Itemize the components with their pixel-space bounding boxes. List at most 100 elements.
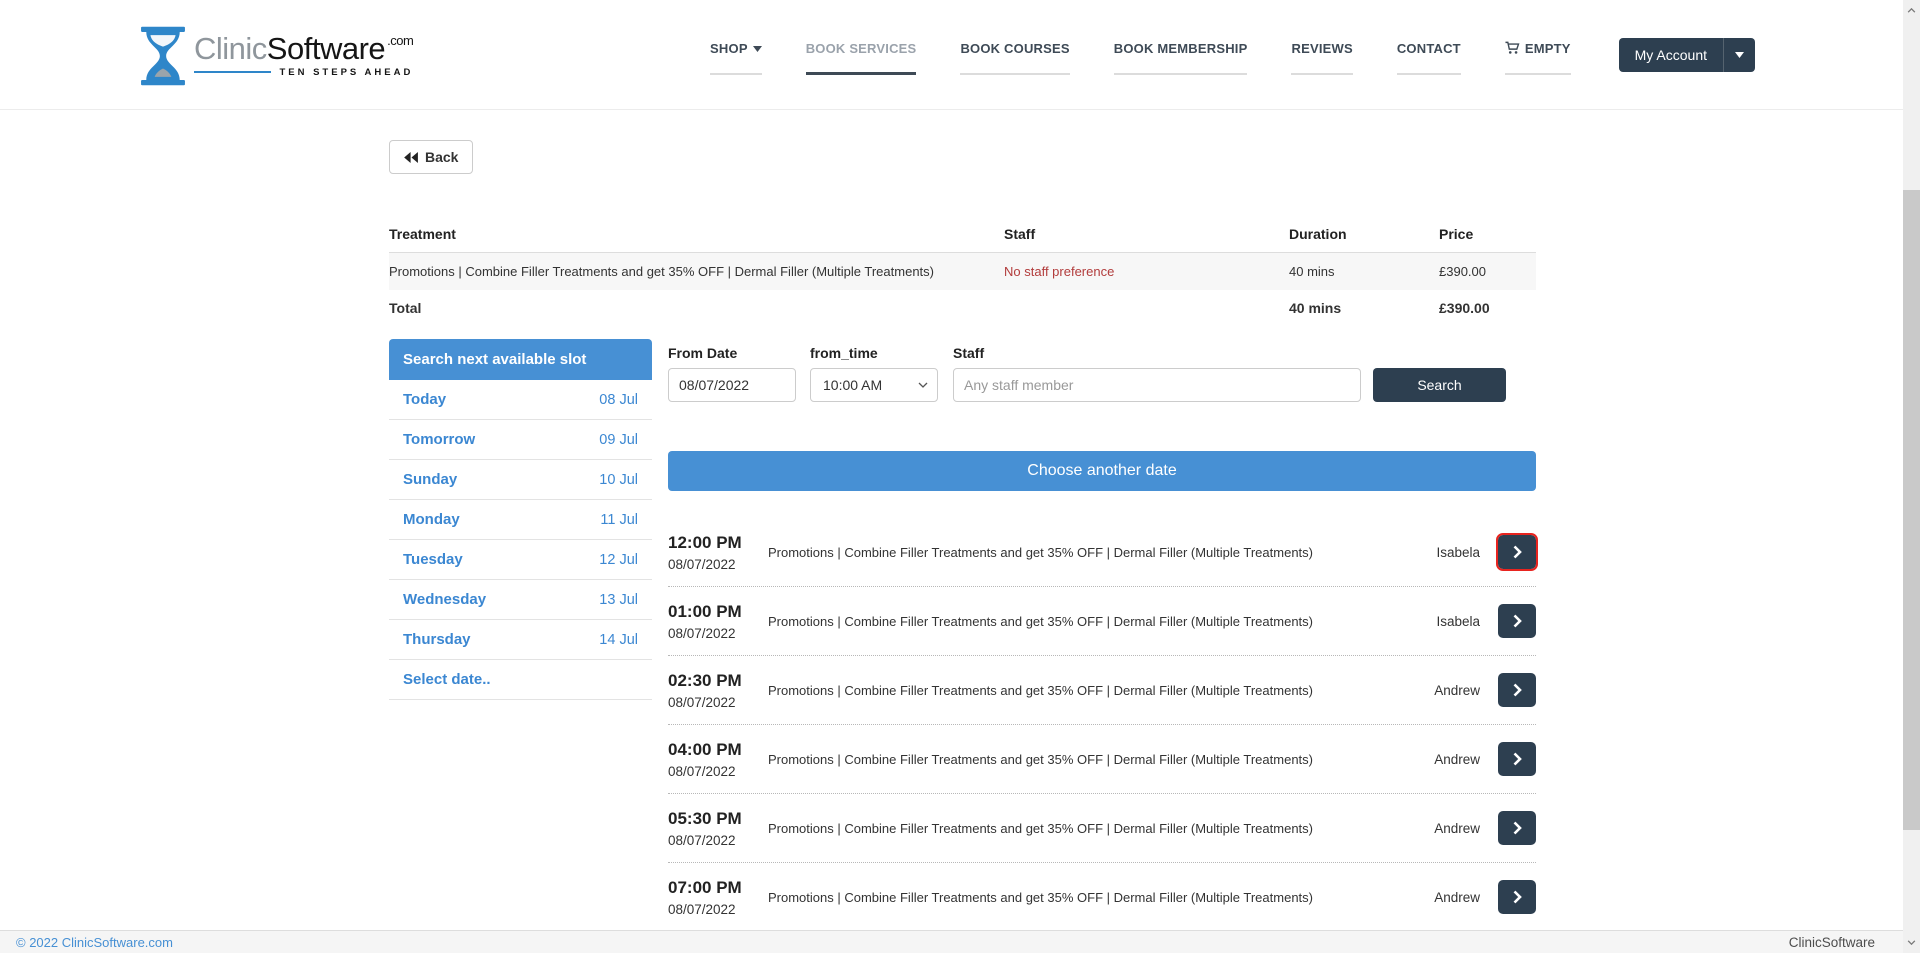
slot-date: 08/07/2022 [668, 764, 768, 779]
logo-underline [194, 71, 271, 73]
sidebar-day-label: Monday [403, 511, 460, 528]
nav-item-label: REVIEWS [1291, 41, 1352, 56]
nav-item-book-membership[interactable]: BOOK MEMBERSHIP [1114, 41, 1248, 75]
book-slot-button[interactable] [1498, 880, 1536, 914]
sidebar-item-sunday[interactable]: Sunday 10 Jul [389, 460, 652, 500]
scrollbar-thumb[interactable] [1903, 190, 1920, 830]
slot-row: 01:00 PM 08/07/2022 Promotions | Combine… [668, 587, 1536, 656]
order-price: £390.00 [1439, 253, 1536, 290]
main-nav: SHOP BOOK SERVICES BOOK COURSES BOOK MEM… [710, 41, 1571, 75]
nav-item-cart-empty[interactable]: EMPTY [1505, 41, 1571, 75]
order-staff-preference: No staff preference [1004, 253, 1289, 290]
slot-time: 07:00 PM [668, 878, 768, 898]
slot-staff: Andrew [1434, 821, 1480, 836]
nav-item-shop[interactable]: SHOP [710, 41, 762, 75]
sidebar-item-thursday[interactable]: Thursday 14 Jul [389, 620, 652, 660]
top-header: ClinicSoftware.com TEN STEPS AHEAD SHOP … [0, 0, 1920, 110]
footer-copyright-link[interactable]: © 2022 ClinicSoftware.com [16, 935, 173, 950]
sidebar-item-today[interactable]: Today 08 Jul [389, 380, 652, 420]
sidebar-day-label: Tomorrow [403, 431, 475, 448]
chevron-right-icon [1513, 545, 1522, 559]
nav-item-label: BOOK SERVICES [806, 41, 917, 56]
caret-down-icon [1735, 52, 1744, 58]
logo-word-software: Software [267, 31, 385, 66]
sidebar-day-label: Today [403, 391, 446, 408]
col-header-price: Price [1439, 216, 1536, 252]
slot-row: 05:30 PM 08/07/2022 Promotions | Combine… [668, 794, 1536, 863]
slot-row: 02:30 PM 08/07/2022 Promotions | Combine… [668, 656, 1536, 725]
slot-treatment: Promotions | Combine Filler Treatments a… [768, 752, 1434, 767]
nav-item-label: EMPTY [1525, 41, 1571, 56]
account-caret-toggle[interactable] [1724, 38, 1755, 72]
slot-date: 08/07/2022 [668, 626, 768, 641]
search-button[interactable]: Search [1373, 368, 1506, 402]
nav-item-reviews[interactable]: REVIEWS [1291, 41, 1352, 75]
order-treatment-name: Promotions | Combine Filler Treatments a… [389, 253, 1004, 290]
sidebar-date-label: 10 Jul [599, 472, 638, 488]
back-icon [404, 152, 419, 163]
chevron-right-icon [1513, 752, 1522, 766]
slot-staff: Andrew [1434, 752, 1480, 767]
scrollbar-up-icon[interactable] [1903, 2, 1920, 19]
from-date-input[interactable] [668, 368, 796, 402]
sidebar-date-label: 12 Jul [599, 552, 638, 568]
chevron-right-icon [1513, 614, 1522, 628]
sidebar-item-tuesday[interactable]: Tuesday 12 Jul [389, 540, 652, 580]
chevron-right-icon [1513, 890, 1522, 904]
sidebar-date-label: 14 Jul [599, 632, 638, 648]
main-content: Back Treatment Staff Duration Price Prom… [389, 110, 1536, 932]
slot-date: 08/07/2022 [668, 833, 768, 848]
sidebar-item-wednesday[interactable]: Wednesday 13 Jul [389, 580, 652, 620]
sidebar-item-select-date[interactable]: Select date.. [389, 660, 652, 700]
sidebar-date-label: 11 Jul [600, 512, 638, 528]
footer: © 2022 ClinicSoftware.com ClinicSoftware [0, 930, 1903, 953]
slot-time: 02:30 PM [668, 671, 768, 691]
sidebar-item-tomorrow[interactable]: Tomorrow 09 Jul [389, 420, 652, 460]
sidebar-item-monday[interactable]: Monday 11 Jul [389, 500, 652, 540]
scrollbar-down-icon[interactable] [1903, 934, 1920, 951]
my-account-button[interactable]: My Account [1619, 38, 1755, 72]
slot-date: 08/07/2022 [668, 557, 768, 572]
logo-word-clinic: Clinic [194, 31, 267, 66]
slot-list: 12:00 PM 08/07/2022 Promotions | Combine… [668, 518, 1536, 932]
sidebar-day-label: Select date.. [403, 671, 491, 688]
from-date-label: From Date [668, 345, 796, 361]
sidebar-title: Search next available slot [389, 339, 652, 380]
nav-item-contact[interactable]: CONTACT [1397, 41, 1461, 75]
slot-date: 08/07/2022 [668, 695, 768, 710]
vertical-scrollbar[interactable] [1903, 0, 1920, 953]
sidebar-day-label: Thursday [403, 631, 471, 648]
from-time-value: 10:00 AM [823, 377, 882, 393]
book-slot-button[interactable] [1498, 811, 1536, 845]
slot-treatment: Promotions | Combine Filler Treatments a… [768, 614, 1436, 629]
chevron-right-icon [1513, 683, 1522, 697]
nav-item-book-courses[interactable]: BOOK COURSES [960, 41, 1069, 75]
cart-icon [1505, 41, 1520, 55]
col-header-staff: Staff [1004, 216, 1289, 252]
slot-time: 04:00 PM [668, 740, 768, 760]
staff-input[interactable] [953, 368, 1361, 402]
col-header-treatment: Treatment [389, 216, 1004, 252]
nav-item-label: BOOK COURSES [960, 41, 1069, 56]
clinicsoftware-logo[interactable]: ClinicSoftware.com TEN STEPS AHEAD [140, 24, 413, 86]
back-button[interactable]: Back [389, 140, 473, 174]
sidebar-day-label: Wednesday [403, 591, 486, 608]
slot-time: 01:00 PM [668, 602, 768, 622]
nav-item-label: SHOP [710, 41, 748, 56]
sidebar-day-label: Tuesday [403, 551, 463, 568]
slot-time: 12:00 PM [668, 533, 768, 553]
staff-label: Staff [953, 345, 1361, 361]
slot-treatment: Promotions | Combine Filler Treatments a… [768, 545, 1436, 560]
slot-treatment: Promotions | Combine Filler Treatments a… [768, 683, 1434, 698]
nav-item-book-services[interactable]: BOOK SERVICES [806, 41, 917, 75]
book-slot-button[interactable] [1498, 742, 1536, 776]
slot-time: 05:30 PM [668, 809, 768, 829]
logo-tagline: TEN STEPS AHEAD [279, 67, 413, 78]
order-table-header-row: Treatment Staff Duration Price [389, 216, 1536, 253]
from-time-select[interactable]: 10:00 AM [810, 368, 938, 402]
choose-another-date-button[interactable]: Choose another date [668, 451, 1536, 491]
book-slot-button[interactable] [1498, 604, 1536, 638]
book-slot-button[interactable] [1498, 673, 1536, 707]
book-slot-button[interactable] [1498, 535, 1536, 569]
order-duration: 40 mins [1289, 253, 1439, 290]
